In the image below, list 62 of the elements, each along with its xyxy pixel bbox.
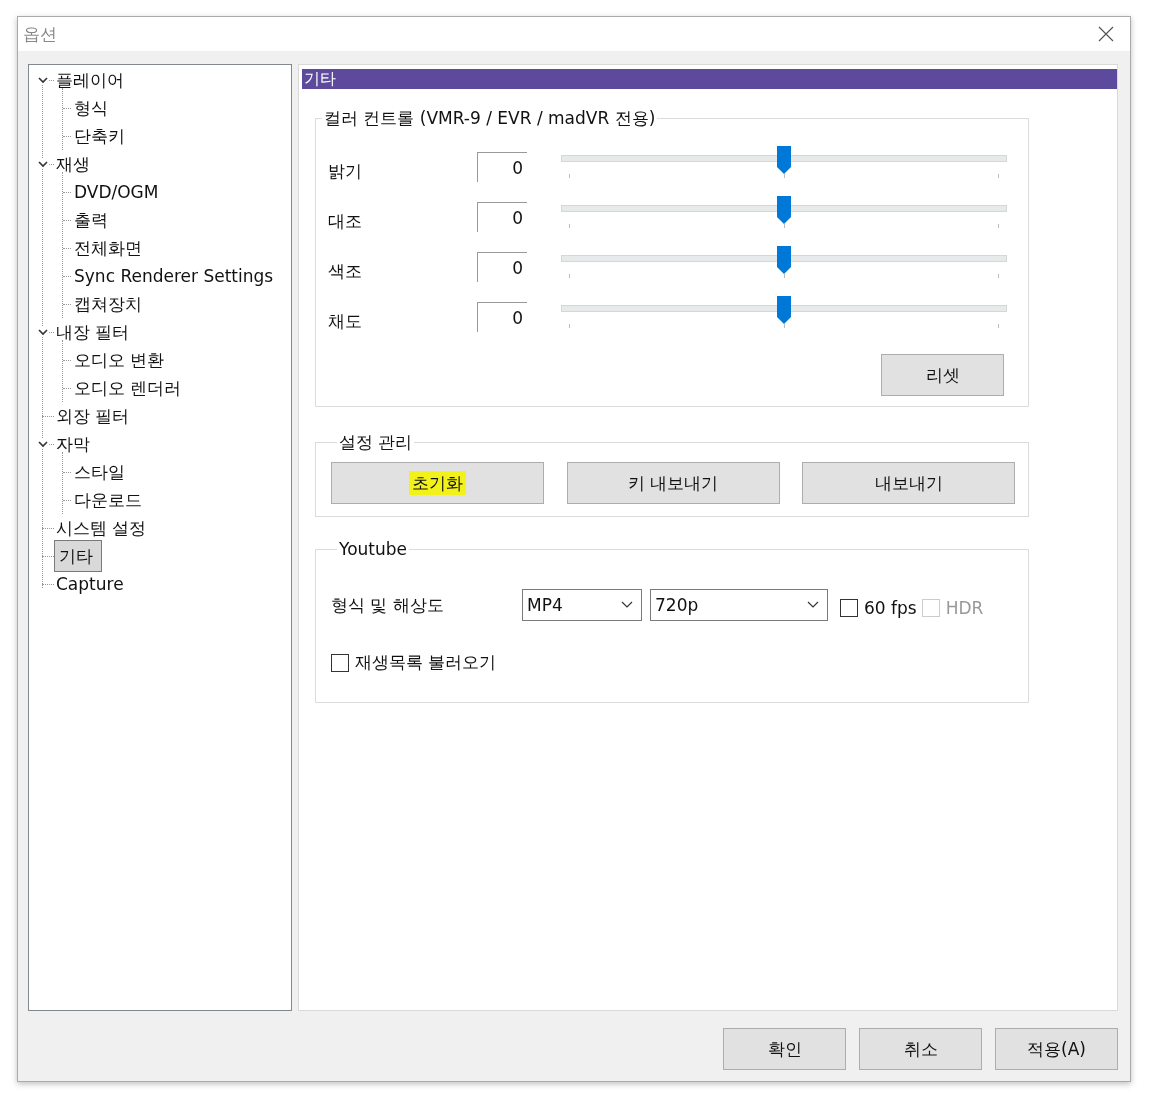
tree-item[interactable]: 외장 필터	[54, 404, 132, 428]
tree-item[interactable]: 재생	[54, 152, 92, 176]
tree-item[interactable]: 스타일	[72, 460, 127, 484]
tree-item[interactable]: 기타	[54, 540, 102, 572]
tree-item[interactable]: 시스템 설정	[54, 516, 149, 540]
tree-item[interactable]: 내장 필터	[54, 320, 132, 344]
reset-button[interactable]: 리셋	[881, 354, 1004, 396]
slider-track[interactable]	[561, 296, 1007, 324]
checkbox-label: 재생목록 불러오기	[355, 651, 497, 674]
value-field[interactable]: 0	[477, 152, 527, 182]
slider-track[interactable]	[561, 246, 1007, 274]
settings-button[interactable]: 초기화	[331, 462, 544, 504]
dialog-button[interactable]: 적용(A)	[995, 1028, 1118, 1070]
tree-item[interactable]: 플레이어	[54, 68, 126, 92]
value-field[interactable]: 0	[477, 202, 527, 232]
tree-item[interactable]: Capture	[54, 572, 126, 596]
slider-thumb[interactable]	[777, 296, 791, 324]
group-title: 컬러 컨트롤 (VMR-9 / EVR / madVR 전용)	[323, 107, 657, 130]
dialog-button[interactable]: 확인	[723, 1028, 846, 1070]
chevron-icon[interactable]	[38, 327, 48, 337]
tree-item[interactable]: 전체화면	[72, 236, 144, 260]
chevron-icon[interactable]	[38, 159, 48, 169]
settings-button[interactable]: 내보내기	[802, 462, 1015, 504]
chevron-down-icon	[807, 601, 819, 609]
group-title: 설정 관리	[338, 431, 414, 454]
close-icon[interactable]	[1098, 26, 1114, 42]
slider-thumb[interactable]	[777, 196, 791, 224]
dialog-button[interactable]: 취소	[859, 1028, 982, 1070]
checkbox[interactable]	[840, 599, 858, 617]
window-title: 옵션	[23, 22, 57, 46]
slider-thumb[interactable]	[777, 146, 791, 174]
format-dropdown[interactable]: MP4	[522, 589, 642, 621]
settings-button[interactable]: 키 내보내기	[566, 462, 780, 504]
chevron-icon[interactable]	[38, 439, 48, 449]
control-label: 색조	[327, 260, 363, 283]
control-label: 채도	[327, 310, 363, 333]
tree-item[interactable]: 단축키	[72, 124, 127, 148]
tree-item[interactable]: 형식	[72, 96, 110, 120]
control-label: 밝기	[327, 160, 363, 183]
checkbox[interactable]	[331, 653, 349, 672]
format-label: 형식 및 해상도	[331, 593, 445, 617]
slider-thumb[interactable]	[777, 246, 791, 274]
slider-track[interactable]	[561, 196, 1007, 224]
value-field[interactable]: 0	[477, 252, 527, 282]
tree-item[interactable]: Sync Renderer Settings	[72, 264, 276, 288]
checkbox-label: HDR	[945, 598, 984, 618]
tree-item[interactable]: 오디오 렌더러	[72, 376, 184, 400]
tree-item[interactable]: 자막	[54, 432, 92, 456]
tree-item[interactable]: 캡쳐장치	[72, 292, 144, 316]
group-title: Youtube	[338, 539, 408, 559]
tree-item[interactable]: DVD/OGM	[72, 180, 161, 204]
tree-item[interactable]: 오디오 변환	[72, 348, 167, 372]
chevron-down-icon	[621, 601, 633, 609]
value-field[interactable]: 0	[477, 302, 527, 332]
chevron-icon[interactable]	[38, 75, 48, 85]
resolution-dropdown[interactable]: 720p	[650, 589, 828, 621]
page-header: 기타	[302, 69, 1117, 89]
slider-track[interactable]	[561, 146, 1007, 174]
tree-item[interactable]: 다운로드	[72, 488, 144, 512]
tree-item[interactable]: 출력	[72, 208, 110, 232]
control-label: 대조	[327, 210, 363, 233]
checkbox-label: 60 fps	[864, 598, 917, 618]
